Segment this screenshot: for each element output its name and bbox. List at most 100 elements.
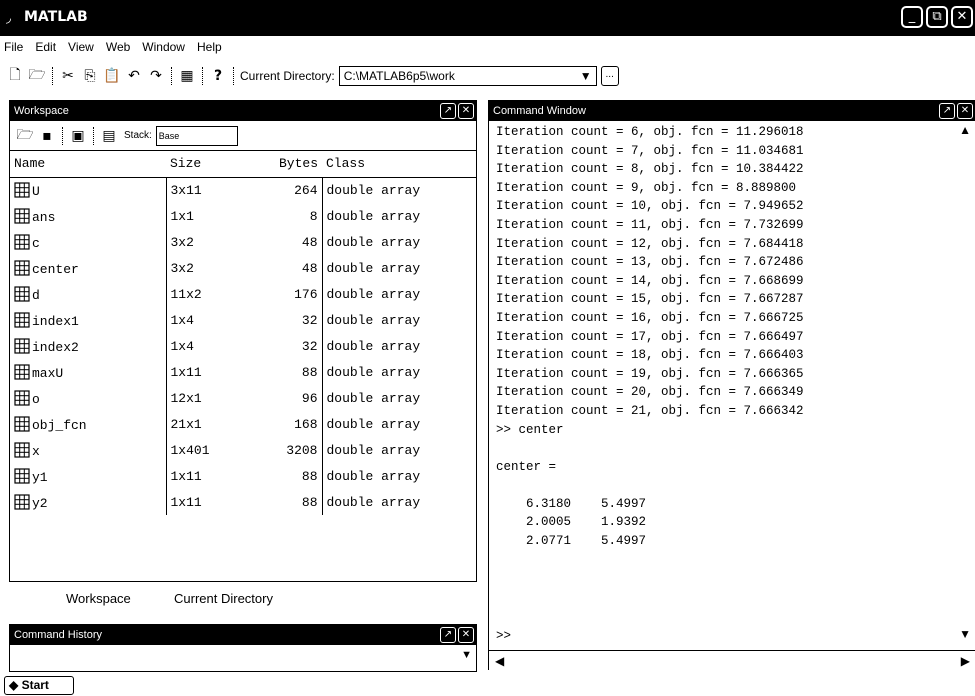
variable-class: double array — [321, 229, 476, 255]
variable-bytes: 88 — [301, 494, 318, 510]
table-row[interactable]: obj_fcn 21x1 168 double array — [10, 411, 476, 437]
column-header-bytes[interactable]: Bytes — [246, 151, 322, 178]
command-output-line: Iteration count = 19, obj. fcn = 7.66636… — [496, 366, 804, 381]
table-row[interactable]: c 3x2 48 double array — [10, 229, 476, 255]
variable-name[interactable]: obj_fcn — [10, 411, 166, 437]
load-icon[interactable]: 🗁 — [14, 126, 36, 146]
variable-name[interactable]: c — [10, 229, 166, 255]
variable-class: double array — [321, 359, 476, 385]
matrix-icon — [14, 182, 30, 198]
open-folder-icon[interactable]: 🗁 — [26, 66, 48, 86]
command-prompt[interactable]: >> — [496, 629, 511, 643]
save-icon[interactable]: ▪ — [36, 126, 58, 146]
current-directory-select[interactable]: C:\MATLAB6p5\work ▼ — [338, 66, 597, 86]
table-row[interactable]: x 1x401 3208 double array — [10, 437, 476, 463]
chevron-down-icon[interactable]: ▼ — [580, 69, 592, 83]
array-editor-icon[interactable]: ▣ — [67, 126, 89, 146]
command-history-panel: Command History ↗ ✕ ▼ — [9, 624, 477, 672]
table-row[interactable]: d 11x2 176 double array — [10, 281, 476, 307]
undock-icon[interactable]: ↗ — [440, 103, 456, 119]
chevron-down-icon[interactable]: ▼ — [461, 649, 472, 661]
table-row[interactable]: index2 1x4 32 double array — [10, 333, 476, 359]
variable-class: double array — [321, 307, 476, 333]
variable-name[interactable]: y2 — [10, 489, 166, 515]
menu-web[interactable]: Web — [106, 40, 130, 60]
table-row[interactable]: center 3x2 48 double array — [10, 255, 476, 281]
variable-name[interactable]: index1 — [10, 307, 166, 333]
command-output-line — [496, 476, 975, 495]
variable-name[interactable]: o — [10, 385, 166, 411]
table-header-row: Name Size Bytes Class — [10, 151, 476, 178]
command-output-line: Iteration count = 13, obj. fcn = 7.67248… — [496, 255, 804, 270]
command-window-title-bar: Command Window ↗ ✕ — [489, 101, 975, 121]
undock-icon[interactable]: ↗ — [440, 627, 456, 643]
variable-bytes: 32 — [301, 312, 318, 328]
copy-icon[interactable]: ⎘ — [79, 66, 101, 86]
close-icon[interactable]: ✕ — [458, 103, 474, 119]
help-icon[interactable]: ? — [207, 66, 229, 86]
variables-table: Name Size Bytes Class U 3x11 264 double arr… — [10, 151, 476, 515]
current-directory-label: Current Directory: — [240, 69, 335, 83]
column-header-size[interactable]: Size — [166, 151, 246, 178]
close-icon[interactable]: ✕ — [957, 103, 973, 119]
variable-name[interactable]: maxU — [10, 359, 166, 385]
table-row[interactable]: ans 1x1 8 double array — [10, 203, 476, 229]
scroll-left-icon[interactable]: ◀ — [495, 654, 504, 668]
scroll-up-icon[interactable]: ▲ — [959, 123, 971, 137]
delete-variable-icon[interactable]: ▤ — [98, 126, 120, 146]
stack-select[interactable]: Base — [155, 125, 238, 146]
menu-view[interactable]: View — [68, 40, 94, 60]
close-icon[interactable]: ✕ — [458, 627, 474, 643]
close-button[interactable]: ✕ — [951, 6, 973, 28]
undock-icon[interactable]: ↗ — [939, 103, 955, 119]
command-output-line: Iteration count = 20, obj. fcn = 7.66634… — [496, 385, 804, 400]
table-row[interactable]: y1 1x11 88 double array — [10, 463, 476, 489]
variable-bytes: 168 — [294, 416, 318, 432]
tab-current-directory[interactable]: Current Directory — [174, 591, 273, 606]
new-file-icon[interactable]: 🗋 — [4, 66, 26, 86]
table-row[interactable]: y2 1x11 88 double array — [10, 489, 476, 515]
scroll-down-icon[interactable]: ▼ — [959, 627, 971, 641]
redo-icon[interactable]: ↷ — [145, 66, 167, 86]
table-row[interactable]: index1 1x4 32 double array — [10, 307, 476, 333]
start-button[interactable]: ◆ Start — [4, 676, 74, 695]
matrix-icon — [14, 467, 30, 484]
paste-icon[interactable]: 📋 — [101, 66, 123, 86]
variable-name[interactable]: U — [10, 177, 166, 203]
menu-edit[interactable]: Edit — [35, 40, 56, 60]
browse-directory-button[interactable]: ... — [600, 66, 619, 86]
scroll-right-icon[interactable]: ▶ — [961, 654, 970, 668]
table-row[interactable]: o 12x1 96 double array — [10, 385, 476, 411]
title-bar: ◞ MATLAB _ ⧉ ✕ — [0, 0, 975, 36]
minimize-button[interactable]: _ — [901, 6, 923, 28]
cut-icon[interactable]: ✂ — [57, 66, 79, 86]
variable-class: double array — [321, 437, 476, 463]
menu-window[interactable]: Window — [142, 40, 185, 60]
variable-class: double array — [321, 203, 476, 229]
restore-button[interactable]: ⧉ — [926, 6, 948, 28]
start-label: Start — [21, 678, 49, 692]
horizontal-scrollbar[interactable]: ◀ ▶ — [489, 650, 975, 670]
command-history-list[interactable]: ▼ — [10, 645, 476, 665]
undo-icon[interactable]: ↶ — [123, 66, 145, 86]
variable-name[interactable]: y1 — [10, 463, 166, 489]
matrix-icon — [14, 441, 30, 458]
simulink-icon[interactable]: ▦ — [176, 66, 198, 86]
tab-workspace[interactable]: Workspace — [66, 591, 131, 606]
column-header-class[interactable]: Class — [322, 151, 476, 178]
variable-name[interactable]: d — [10, 281, 166, 307]
command-output-line: Iteration count = 9, obj. fcn = 8.889800 — [496, 180, 797, 195]
command-output[interactable]: Iteration count = 6, obj. fcn = 11.29601… — [489, 121, 975, 551]
variable-name[interactable]: center — [10, 255, 166, 281]
table-row[interactable]: maxU 1x11 88 double array — [10, 359, 476, 385]
menu-file[interactable]: File — [4, 40, 23, 60]
variable-name[interactable]: index2 — [10, 333, 166, 359]
command-window-panel: Command Window ↗ ✕ Iteration count = 6, … — [488, 100, 975, 670]
variable-name[interactable]: ans — [10, 203, 166, 229]
command-history-title: Command History — [14, 629, 103, 641]
menu-help[interactable]: Help — [197, 40, 222, 60]
variable-name[interactable]: x — [10, 437, 166, 463]
current-directory-value: C:\MATLAB6p5\work — [343, 69, 455, 83]
column-header-name[interactable]: Name — [10, 151, 166, 178]
table-row[interactable]: U 3x11 264 double array — [10, 177, 476, 203]
